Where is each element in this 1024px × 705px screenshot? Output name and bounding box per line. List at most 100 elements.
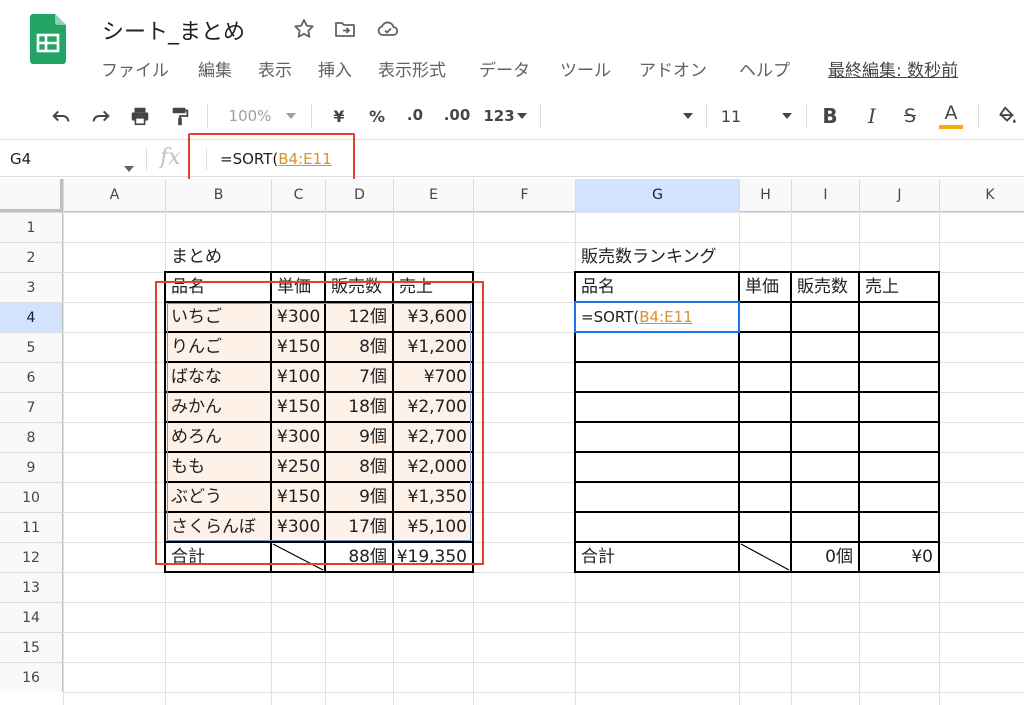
formula-annotation-box <box>188 133 355 185</box>
increase-decimal-label: .00 <box>443 106 471 124</box>
ranking-table-border <box>575 271 940 273</box>
menu-data[interactable]: データ <box>479 56 530 81</box>
column-header-e[interactable]: E <box>393 179 473 212</box>
row-header-8[interactable]: 8 <box>0 422 63 452</box>
row-header-2[interactable]: 2 <box>0 242 63 272</box>
select-all-corner[interactable] <box>0 179 63 212</box>
toolbar-separator <box>540 104 541 128</box>
gridline <box>63 602 1024 603</box>
ranking-header-cell[interactable]: 品名 <box>575 272 739 302</box>
ranking-title[interactable]: 販売数ランキング <box>575 242 825 272</box>
strikethrough-button[interactable]: S <box>898 92 922 140</box>
text-color-button[interactable]: A <box>938 92 964 140</box>
bold-button[interactable]: B <box>818 92 842 140</box>
ranking-table-border <box>575 361 940 363</box>
title-bar: シート_まとめ ファイル 編集 表示 挿入 表示形式 データ ツール アドオン … <box>0 0 1024 92</box>
ranking-table-border <box>575 421 940 423</box>
toolbar-separator <box>978 104 979 128</box>
column-header-c[interactable]: C <box>271 179 325 212</box>
menu-edit[interactable]: 編集 <box>198 56 232 81</box>
gridline <box>63 212 1024 213</box>
ranking-header-cell[interactable]: 単価 <box>739 272 791 302</box>
name-box[interactable]: G4 <box>10 141 31 177</box>
row-header-4[interactable]: 4 <box>0 302 63 332</box>
more-formats-chevron-down-icon[interactable] <box>515 92 529 140</box>
row-header-13[interactable]: 13 <box>0 572 63 602</box>
menu-file[interactable]: ファイル <box>101 56 169 81</box>
column-header-a[interactable]: A <box>63 179 165 212</box>
gridline <box>63 662 1024 663</box>
toolbar-separator <box>706 104 707 128</box>
font-size-select[interactable]: 11 <box>714 92 748 140</box>
row-header-15[interactable]: 15 <box>0 632 63 662</box>
menu-addons[interactable]: アドオン <box>639 56 707 81</box>
ranking-table-border <box>858 271 860 573</box>
formula-bar: G4 fx =SORT(B4:E11 <box>0 141 1024 177</box>
row-header-1[interactable]: 1 <box>0 212 63 242</box>
row-header-14[interactable]: 14 <box>0 602 63 632</box>
italic-button[interactable]: I <box>860 92 884 140</box>
sheets-logo-icon[interactable] <box>30 14 66 64</box>
column-header-k[interactable]: K <box>939 179 1024 212</box>
menu-help[interactable]: ヘルプ <box>739 56 790 81</box>
column-header-j[interactable]: J <box>859 179 939 212</box>
ranking-total-cell[interactable]: ¥0 <box>859 542 939 572</box>
column-header-bar: ABCDEFGHIJK <box>0 179 1024 212</box>
row-header-16[interactable]: 16 <box>0 662 63 692</box>
redo-icon[interactable] <box>88 92 114 140</box>
column-header-d[interactable]: D <box>325 179 393 212</box>
active-cell-selection <box>574 301 740 333</box>
print-icon[interactable] <box>127 92 153 140</box>
menu-format[interactable]: 表示形式 <box>378 56 446 81</box>
move-folder-icon[interactable] <box>333 17 357 41</box>
cloud-saved-icon[interactable] <box>376 17 400 41</box>
row-header-3[interactable]: 3 <box>0 272 63 302</box>
more-formats-button[interactable]: 123 <box>482 92 516 140</box>
document-title[interactable]: シート_まとめ <box>102 14 245 46</box>
row-header-10[interactable]: 10 <box>0 482 63 512</box>
undo-icon[interactable] <box>48 92 74 140</box>
decrease-decimal-button[interactable]: .0 <box>400 92 430 140</box>
menu-insert[interactable]: 挿入 <box>318 56 352 81</box>
increase-decimal-button[interactable]: .00 <box>440 92 474 140</box>
font-size-chevron-down-icon[interactable] <box>780 92 794 140</box>
row-header-11[interactable]: 11 <box>0 512 63 542</box>
text-color-label: A <box>944 102 958 124</box>
ranking-table-border <box>575 391 940 393</box>
ranking-header-cell[interactable]: 販売数 <box>791 272 859 302</box>
column-header-i[interactable]: I <box>791 179 859 212</box>
spreadsheet-grid[interactable]: ABCDEFGHIJK まとめ 品名 単価 販売数 売上 いちご ¥300 12個 ¥3,600… <box>0 179 1024 705</box>
star-icon[interactable] <box>292 17 316 41</box>
menu-view[interactable]: 表示 <box>258 56 292 81</box>
summary-table-border <box>165 271 474 273</box>
toolbar-separator <box>207 104 208 128</box>
ranking-header-cell[interactable]: 売上 <box>859 272 939 302</box>
ranking-table-border <box>938 271 940 573</box>
column-header-b[interactable]: B <box>165 179 271 212</box>
row-header-5[interactable]: 5 <box>0 332 63 362</box>
name-box-chevron-down-icon[interactable] <box>124 157 134 176</box>
column-header-h[interactable]: H <box>739 179 791 212</box>
row-header-6[interactable]: 6 <box>0 362 63 392</box>
row-header-9[interactable]: 9 <box>0 452 63 482</box>
fill-color-icon[interactable] <box>994 92 1020 140</box>
ranking-total-cell[interactable]: 合計 <box>575 542 739 572</box>
decrease-decimal-label: .0 <box>406 106 424 124</box>
column-header-f[interactable]: F <box>473 179 575 212</box>
font-chevron-down-icon <box>683 113 693 119</box>
font-family-select[interactable] <box>553 92 693 140</box>
percent-format-button[interactable]: % <box>366 92 388 140</box>
summary-title[interactable]: まとめ <box>165 242 365 272</box>
ranking-table-border <box>790 271 792 573</box>
text-color-swatch <box>939 125 963 129</box>
toolbar: 100% ¥ % .0 .00 123 11 B I S A <box>0 92 1024 140</box>
fx-icon: fx <box>160 145 181 170</box>
column-header-g[interactable]: G <box>575 179 739 212</box>
last-edit-link[interactable]: 最終編集: 数秒前 <box>828 56 958 81</box>
ranking-table-border <box>575 481 940 483</box>
gridline <box>63 632 1024 633</box>
ranking-total-cell[interactable]: 0個 <box>791 542 859 572</box>
menu-tools[interactable]: ツール <box>560 56 611 81</box>
row-header-7[interactable]: 7 <box>0 392 63 422</box>
row-header-12[interactable]: 12 <box>0 542 63 572</box>
